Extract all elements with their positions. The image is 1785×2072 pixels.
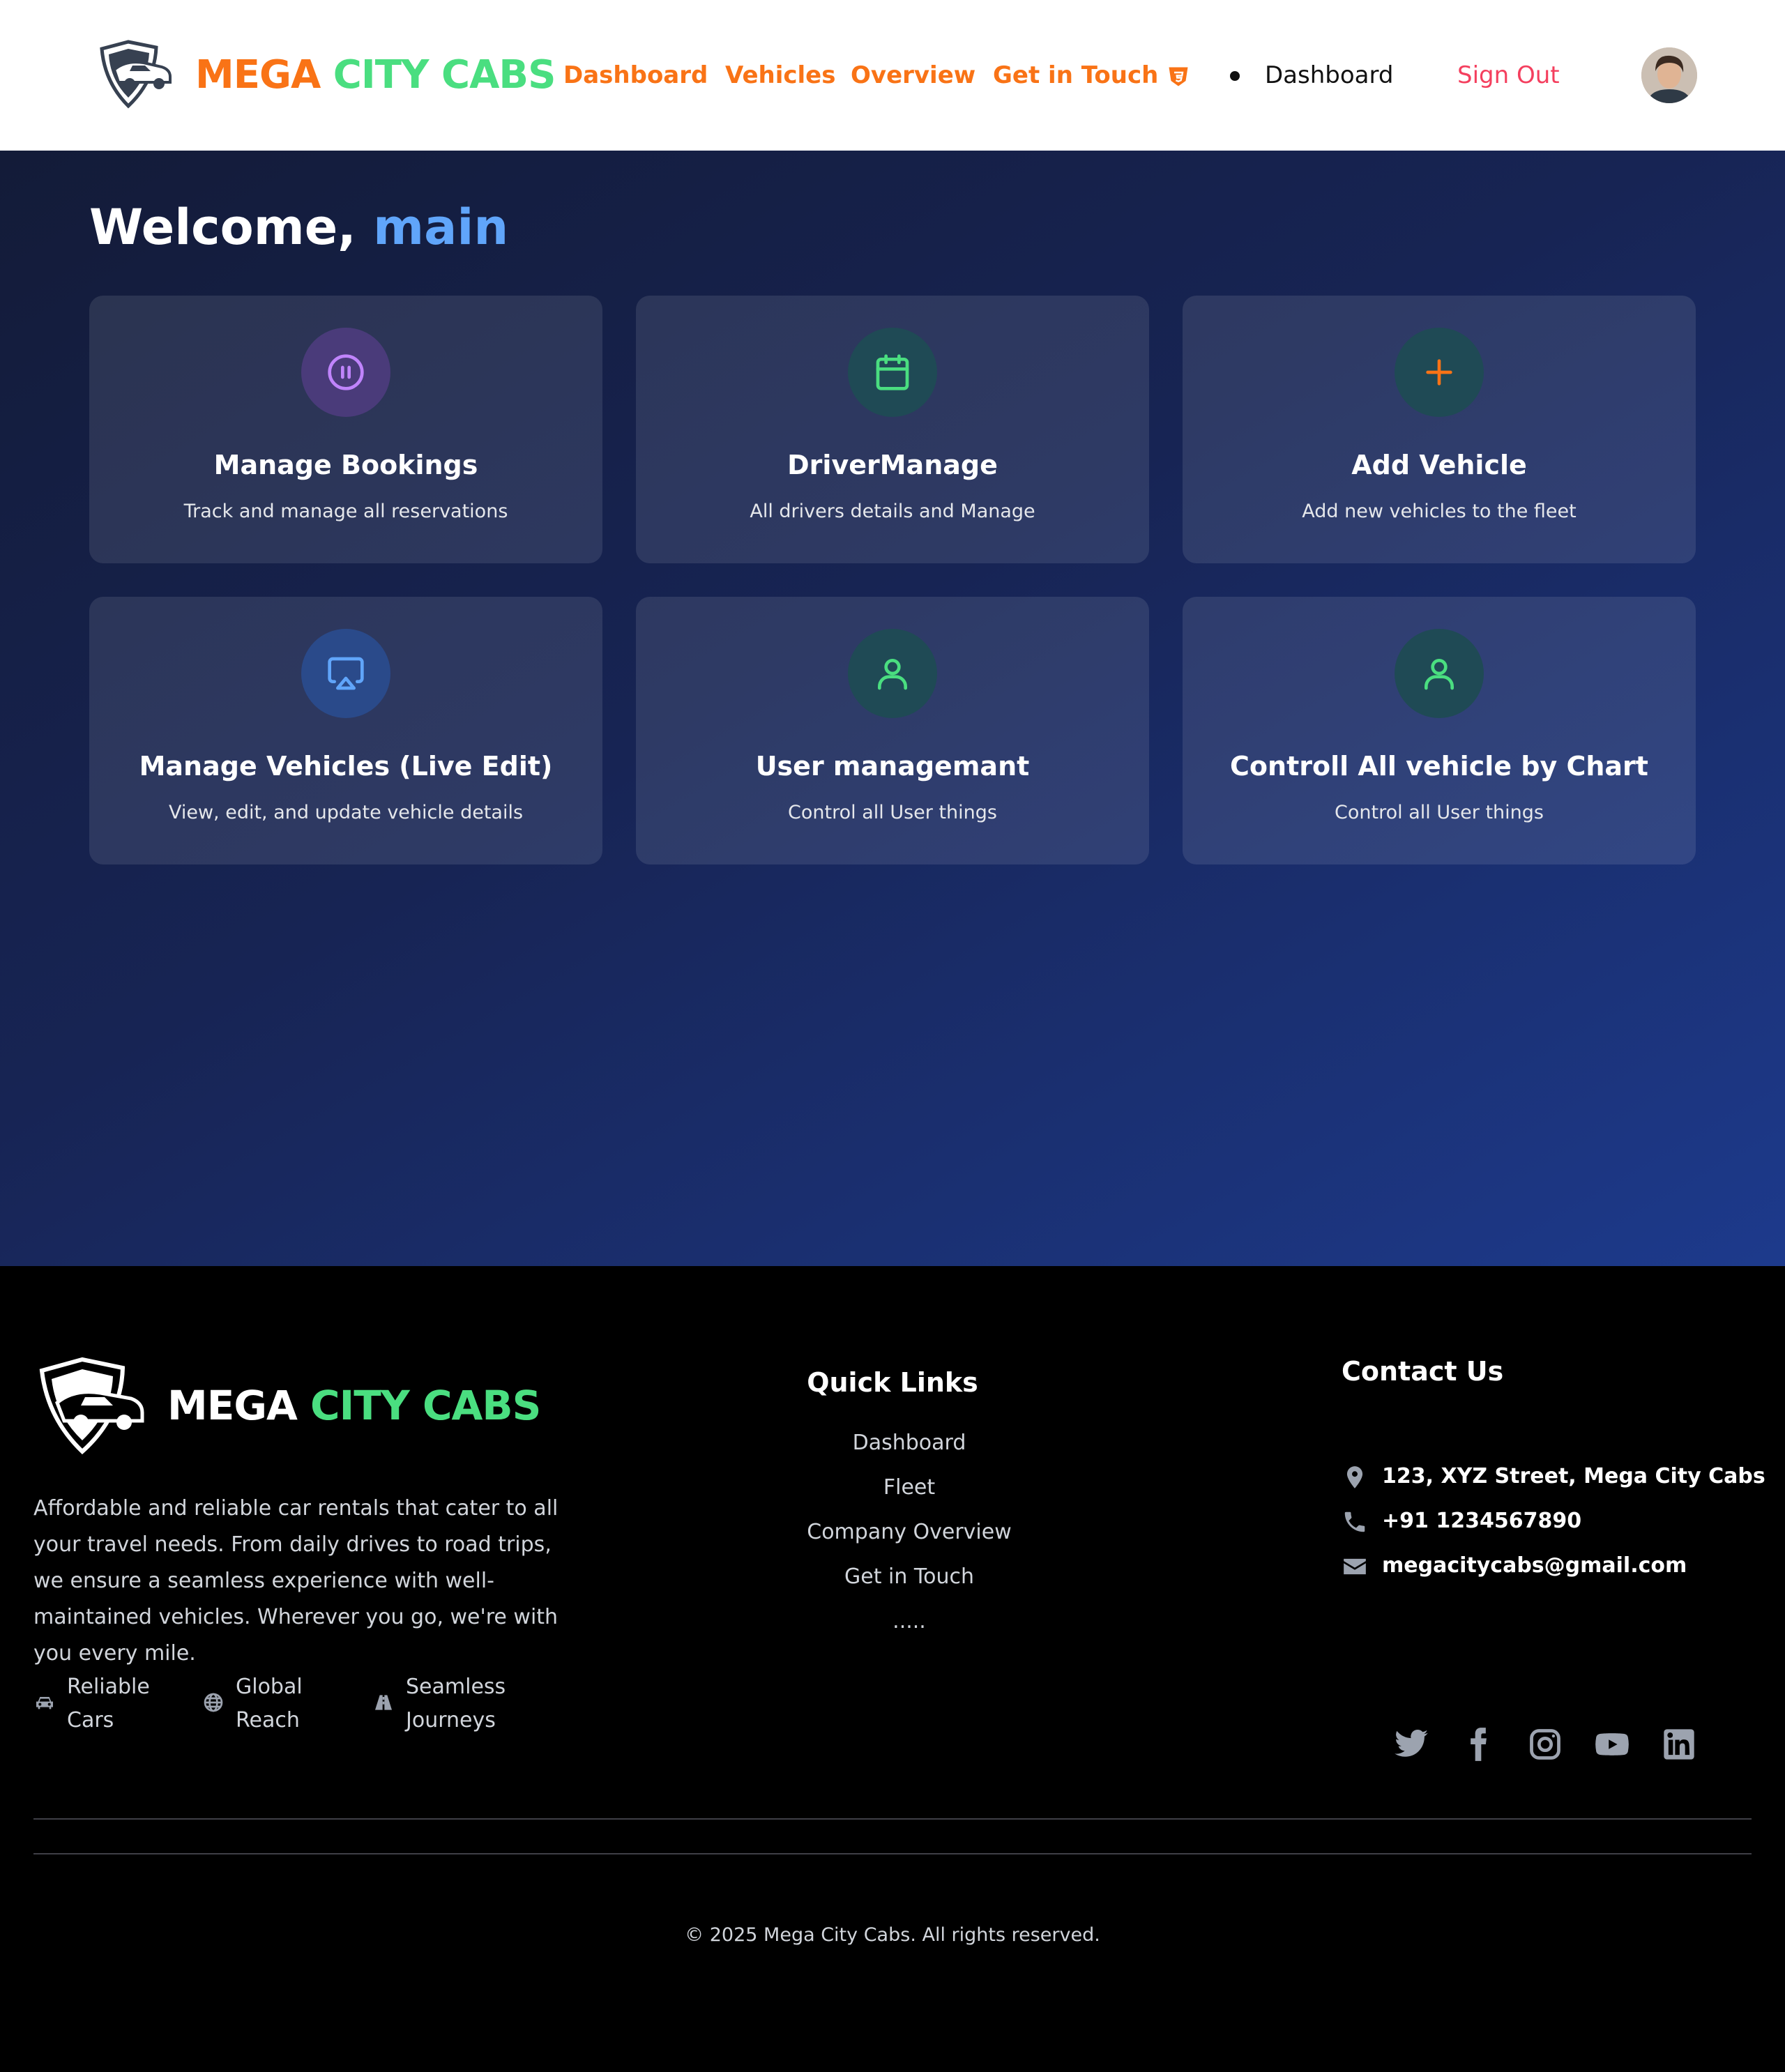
pause-circle-icon: [328, 354, 364, 390]
card-description: View, edit, and update vehicle details: [168, 802, 524, 823]
nav-link-overview[interactable]: Overview: [851, 57, 975, 93]
card-control-vehicle-chart[interactable]: Controll All vehicle by Chart Control al…: [1183, 597, 1696, 864]
card-title: Manage Bookings: [213, 450, 478, 480]
welcome-prefix: Welcome,: [89, 199, 356, 256]
brand-title[interactable]: MEGA CITY CABS: [195, 49, 556, 102]
card-icon-circle: [301, 328, 390, 417]
card-title: Add Vehicle: [1351, 450, 1527, 480]
card-description: Add new vehicles to the fleet: [1302, 501, 1577, 522]
site-footer: MEGA CITY CABS Affordable and reliable c…: [0, 1266, 1785, 2072]
shield-icon[interactable]: [1166, 64, 1191, 89]
quick-link-get-in-touch[interactable]: Get in Touch: [770, 1562, 1049, 1592]
card-title: Controll All vehicle by Chart: [1230, 751, 1648, 782]
footer-brand-title: MEGA CITY CABS: [167, 1378, 541, 1433]
phone-icon: [1344, 1511, 1365, 1532]
card-description: Control all User things: [1335, 802, 1544, 823]
contact-address-text: 123, XYZ Street, Mega City Cabs: [1382, 1464, 1765, 1488]
feature-label: Global Reach: [236, 1675, 303, 1732]
top-navbar: MEGA CITY CABS Dashboard Vehicles Overvi…: [0, 0, 1785, 151]
car-shield-logo-icon[interactable]: [98, 39, 173, 109]
card-title: User managemant: [755, 751, 1030, 782]
quick-links-title: Quick Links: [807, 1367, 978, 1398]
card-description: Track and manage all reservations: [183, 501, 508, 522]
contact-email-text: megacitycabs@gmail.com: [1382, 1553, 1687, 1578]
instagram-icon[interactable]: [1527, 1726, 1563, 1762]
road-icon: [375, 1695, 392, 1710]
card-description: All drivers details and Manage: [750, 501, 1035, 522]
quick-link-company-overview[interactable]: Company Overview: [770, 1517, 1049, 1548]
card-user-management[interactable]: User managemant Control all User things: [636, 597, 1149, 864]
quick-link-dashboard[interactable]: Dashboard: [770, 1428, 1049, 1458]
feature-label: Reliable Cars: [67, 1675, 150, 1732]
card-icon-circle: [301, 629, 390, 718]
card-title: DriverManage: [787, 450, 998, 480]
card-icon-circle: [1395, 629, 1484, 718]
facebook-icon[interactable]: [1460, 1726, 1496, 1762]
envelope-icon: [1344, 1558, 1366, 1575]
card-icon-circle: [848, 328, 937, 417]
brand-title-part1: MEGA: [195, 52, 321, 98]
car-shield-logo-icon: [39, 1357, 144, 1454]
card-icon-circle: [848, 629, 937, 718]
footer-about-text: Affordable and reliable car rentals that…: [33, 1496, 559, 1666]
dashboard-hero: Welcome, main Manage Bookings Track and …: [0, 151, 1785, 1266]
welcome-username: main: [373, 199, 509, 256]
quick-link-more[interactable]: .....: [770, 1606, 1049, 1637]
footer-divider: [33, 1853, 1752, 1854]
welcome-heading: Welcome, main: [89, 192, 508, 262]
youtube-icon[interactable]: [1594, 1726, 1630, 1762]
card-add-vehicle[interactable]: Add Vehicle Add new vehicles to the flee…: [1183, 296, 1696, 563]
card-manage-vehicles-live-edit[interactable]: Manage Vehicles (Live Edit) View, edit, …: [89, 597, 602, 864]
nav-link-dashboard[interactable]: Dashboard: [563, 57, 708, 93]
card-icon-circle: [1395, 328, 1484, 417]
footer-brand-part1: MEGA: [167, 1382, 298, 1429]
location-pin-icon: [1346, 1466, 1363, 1488]
twitter-icon[interactable]: [1393, 1726, 1429, 1762]
cast-icon: [328, 657, 364, 690]
globe-icon: [204, 1693, 223, 1712]
contact-phone-text: +91 1234567890: [1382, 1509, 1582, 1533]
contact-title: Contact Us: [1342, 1356, 1504, 1387]
avatar-image: [1641, 47, 1697, 103]
copyright-text: © 2025 Mega City Cabs. All rights reserv…: [685, 1924, 1100, 1946]
car-icon: [36, 1697, 53, 1709]
user-icon: [1425, 659, 1454, 690]
card-description: Control all User things: [788, 802, 997, 823]
card-manage-bookings[interactable]: Manage Bookings Track and manage all res…: [89, 296, 602, 563]
plus-icon: [1426, 359, 1452, 386]
quick-link-fleet[interactable]: Fleet: [770, 1472, 1049, 1503]
feature-label: Seamless Journeys: [406, 1675, 506, 1732]
current-page-label: Dashboard: [1265, 61, 1394, 89]
brand-title-part2: CITY CABS: [333, 52, 556, 98]
calendar-icon: [876, 354, 909, 390]
user-avatar[interactable]: [1641, 47, 1697, 103]
user-icon: [878, 659, 907, 690]
nav-link-vehicles[interactable]: Vehicles: [725, 57, 835, 93]
sign-out-button[interactable]: Sign Out: [1457, 57, 1560, 93]
nav-link-get-in-touch[interactable]: Get in Touch: [993, 57, 1158, 93]
card-driver-manage[interactable]: DriverManage All drivers details and Man…: [636, 296, 1149, 563]
linkedin-icon[interactable]: [1661, 1726, 1697, 1762]
current-page-bullet: [1230, 71, 1240, 81]
footer-brand-part2: CITY CABS: [310, 1382, 541, 1429]
footer-divider: [33, 1818, 1752, 1820]
card-title: Manage Vehicles (Live Edit): [139, 751, 553, 782]
